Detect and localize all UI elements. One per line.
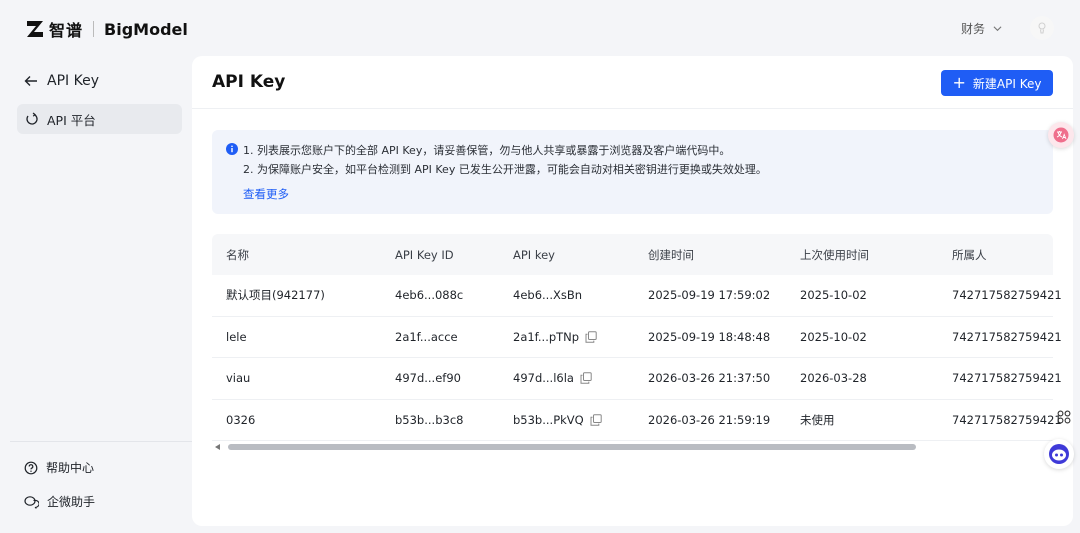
table-row[interactable]: viau 497d...ef90 497d...l6la 2026-03-26 … [212,358,1062,400]
back-link[interactable]: API Key [24,73,99,89]
row-last-used: 2025-10-02 [800,288,867,303]
row-owner: 742717582759421 [952,371,1062,386]
wecom-assistant-link[interactable]: 企微助手 [24,493,95,510]
scroll-left-icon[interactable] [215,444,220,450]
row-api-key-text: 2a1f...pTNp [513,329,580,344]
row-last-used: 2025-10-02 [800,329,867,344]
info-icon [226,143,238,155]
row-api-key: 497d...l6la [513,358,592,399]
chevron-down-icon [993,25,1002,31]
translate-icon [1053,127,1069,143]
avatar[interactable] [1030,16,1054,40]
scroll-thumb[interactable] [228,444,916,450]
brand-name-en: BigModel [104,19,188,39]
row-created: 2025-09-19 17:59:02 [648,288,771,303]
row-api-key: 2a1f...pTNp [513,317,597,358]
new-api-key-label: 新建API Key [972,76,1042,91]
help-center-link[interactable]: 帮助中心 [24,459,94,476]
sidebar-item-api-platform[interactable]: API 平台 [17,104,182,134]
sidebar-item-label: API 平台 [47,112,96,128]
table-row[interactable]: 默认项目(942177) 4eb6...088c 4eb6...XsBn 202… [212,275,1062,317]
assistant-bot-button[interactable] [1044,439,1074,469]
brand-logo[interactable]: 智谱 BigModel [26,17,188,41]
row-last-used: 未使用 [800,412,835,427]
wecom-assistant-label: 企微助手 [47,495,96,509]
table-header: 名称 API Key ID API key 创建时间 上次使用时间 所属人 [212,234,1053,275]
column-header-name: 名称 [226,247,249,262]
row-name: 0326 [226,412,256,427]
row-key-id: 497d...ef90 [395,371,461,386]
back-link-label: API Key [47,73,99,89]
sidebar: API Key API 平台 帮助中心 企微助手 [0,56,192,533]
sidebar-divider [10,441,192,442]
table-row[interactable]: lele 2a1f...acce 2a1f...pTNp 2025-09-19 … [212,317,1062,358]
column-header-owner: 所属人 [952,247,987,262]
row-key-id: 4eb6...088c [395,288,464,303]
copy-icon[interactable] [585,331,597,343]
bot-icon [1049,444,1069,464]
row-owner: 742717582759421 [952,329,1062,344]
top-bar: 智谱 BigModel 财务 [0,0,1080,56]
row-name: 默认项目(942177) [226,288,325,303]
column-header-api-key: API key [513,247,555,262]
brand-name-cn: 智谱 [49,21,84,40]
apps-icon [1057,410,1071,424]
new-api-key-button[interactable]: + 新建API Key [941,70,1053,96]
avatar-icon [1038,22,1046,34]
row-owner: 742717582759421 [952,288,1062,303]
api-key-table: 名称 API Key ID API key 创建时间 上次使用时间 所属人 默认… [212,234,1062,441]
arrow-left-icon [24,76,37,86]
copy-icon[interactable] [590,414,602,426]
row-key-id: 2a1f...acce [395,329,458,344]
notice-box: 1. 列表展示您账户下的全部 API Key，请妥善保管，勿与他人共享或暴露于浏… [212,130,1053,214]
column-header-key-id: API Key ID [395,247,454,262]
brand-separator [93,21,95,37]
column-header-last-used: 上次使用时间 [800,247,869,262]
platform-icon [26,112,38,125]
view-more-link[interactable]: 查看更多 [243,186,289,202]
row-last-used: 2026-03-28 [800,371,867,386]
help-icon [24,461,38,474]
plus-icon: + [952,73,966,92]
horizontal-scrollbar[interactable] [212,441,1053,453]
chat-icon [24,495,39,509]
page-title: API Key [212,72,286,92]
row-api-key-text: 497d...l6la [513,371,574,386]
notice-line-2: 2. 为保障账户安全，如平台检测到 API Key 已发生公开泄露，可能会自动对… [243,163,767,176]
row-created: 2025-09-19 18:48:48 [648,329,771,344]
apps-button[interactable] [1051,404,1077,430]
row-name: viau [226,371,251,386]
column-header-created: 创建时间 [648,247,694,262]
row-api-key-text: 4eb6...XsBn [513,288,583,303]
logo-z-icon [27,21,43,37]
translate-button[interactable] [1048,122,1074,148]
row-created: 2026-03-26 21:59:19 [648,412,771,427]
row-api-key: b53b...PkVQ [513,400,602,441]
row-owner: 742717582759421 [952,412,1062,427]
title-divider [192,108,1073,109]
notice-line-1: 1. 列表展示您账户下的全部 API Key，请妥善保管，勿与他人共享或暴露于浏… [243,144,731,157]
finance-menu[interactable]: 财务 [961,20,1002,37]
row-api-key-text: b53b...PkVQ [513,412,584,427]
row-name: lele [226,329,247,344]
row-created: 2026-03-26 21:37:50 [648,371,771,386]
row-key-id: b53b...b3c8 [395,412,464,427]
row-api-key: 4eb6...XsBn [513,275,582,316]
main-panel: API Key + 新建API Key 1. 列表展示您账户下的全部 API K… [192,56,1073,526]
table-row[interactable]: 0326 b53b...b3c8 b53b...PkVQ 2026-03-26 … [212,400,1062,441]
finance-label: 财务 [960,21,985,36]
help-center-label: 帮助中心 [46,461,95,475]
copy-icon[interactable] [580,372,592,384]
